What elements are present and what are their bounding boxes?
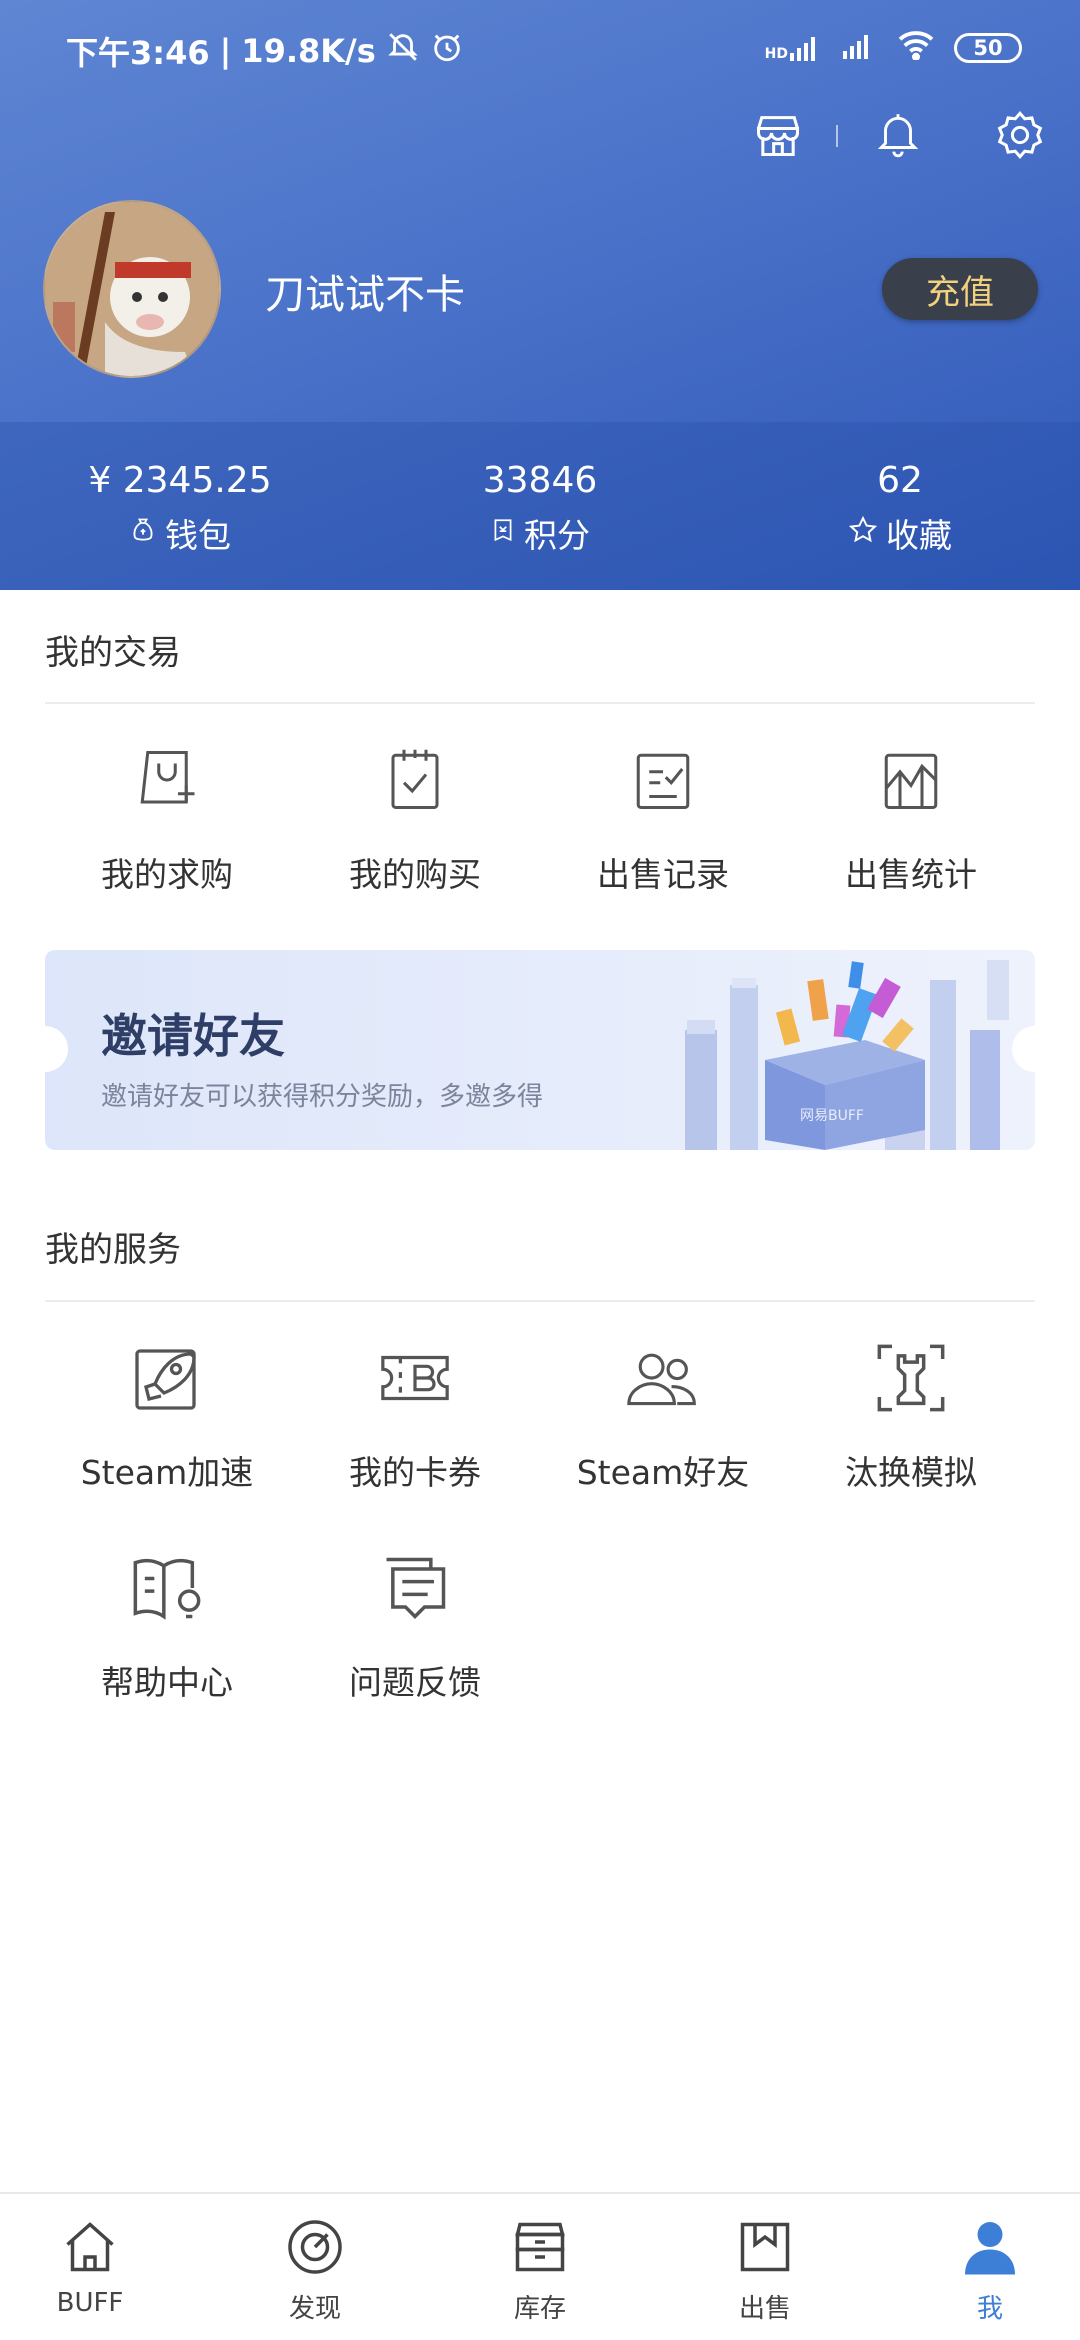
icon-divider xyxy=(836,125,838,147)
store-icon[interactable] xyxy=(748,105,808,165)
recharge-button[interactable]: 充值 xyxy=(882,258,1038,320)
nav-inventory[interactable]: 库存 xyxy=(480,2212,600,2325)
sale-stats-button[interactable]: 出售统计 xyxy=(787,740,1035,896)
chart-icon xyxy=(871,740,951,820)
user-icon xyxy=(955,2212,1025,2282)
services-section-title: 我的服务 xyxy=(45,1230,181,1270)
banner-title: 邀请好友 xyxy=(101,1009,285,1063)
sale-records-label: 出售记录 xyxy=(597,855,729,894)
inventory-icon xyxy=(505,2212,575,2282)
favorites-label: 收藏 xyxy=(886,516,952,555)
sell-icon xyxy=(730,2212,800,2282)
steam-friends-label: Steam好友 xyxy=(576,1453,750,1492)
wallet-value: ¥ 2345.25 xyxy=(88,460,272,501)
my-purchases-label: 我的购买 xyxy=(349,855,481,894)
alarm-icon xyxy=(430,30,464,72)
notification-bell-icon[interactable] xyxy=(868,105,928,165)
tradeup-sim-button[interactable]: 汰换模拟 xyxy=(787,1338,1035,1494)
mute-bell-icon xyxy=(386,30,420,72)
steam-accelerator-button[interactable]: Steam加速 xyxy=(43,1338,291,1494)
hd-signal-icon: HD xyxy=(765,35,820,61)
steam-accelerator-label: Steam加速 xyxy=(80,1453,254,1492)
services-divider xyxy=(45,1300,1035,1302)
feedback-label: 问题反馈 xyxy=(349,1663,481,1702)
wallet-label: 钱包 xyxy=(165,516,231,555)
feedback-icon xyxy=(375,1548,455,1628)
nav-buff-label: BUFF xyxy=(56,2288,124,2318)
help-book-icon xyxy=(127,1548,207,1628)
star-icon xyxy=(848,514,878,553)
tradeup-sim-label: 汰换模拟 xyxy=(845,1453,977,1492)
tradeup-icon xyxy=(871,1338,951,1418)
rocket-icon xyxy=(127,1338,207,1418)
banner-illustration: 网易BUFF xyxy=(685,960,1009,1150)
discover-icon xyxy=(280,2212,350,2282)
steam-friends-button[interactable]: Steam好友 xyxy=(539,1338,787,1494)
nav-discover[interactable]: 发现 xyxy=(255,2212,375,2325)
nav-buff[interactable]: BUFF xyxy=(30,2212,150,2318)
my-purchases-button[interactable]: 我的购买 xyxy=(291,740,539,896)
help-center-button[interactable]: 帮助中心 xyxy=(43,1548,291,1704)
help-center-label: 帮助中心 xyxy=(101,1663,233,1702)
status-time: 下午3:46 xyxy=(66,34,210,72)
record-check-icon xyxy=(623,740,703,820)
ticket-icon xyxy=(375,1338,455,1418)
wifi-icon xyxy=(896,28,936,68)
friends-icon xyxy=(623,1338,703,1418)
nav-discover-label: 发现 xyxy=(288,2294,341,2324)
status-bar: 下午3:46 | 19.8K/s HD 50 xyxy=(0,0,1080,95)
stats-band: ¥ 2345.25 钱包 33846 积分 62 收藏 xyxy=(0,422,1080,590)
bottom-navigation: BUFF 发现 库存 出售 我 xyxy=(0,2192,1080,2340)
trade-divider xyxy=(45,702,1035,704)
bag-plus-icon xyxy=(127,740,207,820)
settings-gear-icon[interactable] xyxy=(990,105,1050,165)
username: 刀试试不卡 xyxy=(265,272,465,318)
nav-me[interactable]: 我 xyxy=(930,2212,1050,2325)
nav-inventory-label: 库存 xyxy=(513,2294,566,2324)
points-label: 积分 xyxy=(524,516,590,555)
points-value: 33846 xyxy=(482,460,598,501)
points-stat[interactable]: 33846 积分 xyxy=(390,460,690,557)
signal-icon xyxy=(838,29,878,67)
my-coupons-button[interactable]: 我的卡券 xyxy=(291,1338,539,1494)
banner-left-notch xyxy=(45,1026,68,1072)
sale-records-button[interactable]: 出售记录 xyxy=(539,740,787,896)
trade-section-title: 我的交易 xyxy=(45,633,181,673)
box-text: 网易BUFF xyxy=(800,1108,864,1124)
home-icon xyxy=(55,2212,125,2282)
favorites-value: 62 xyxy=(877,460,923,501)
my-coupons-label: 我的卡券 xyxy=(349,1453,481,1492)
wallet-stat[interactable]: ¥ 2345.25 钱包 xyxy=(30,460,330,557)
profile-header: 下午3:46 | 19.8K/s HD 50 刀试试不卡 充值 ¥ 2345.2… xyxy=(0,0,1080,590)
points-icon xyxy=(490,514,516,553)
my-bids-button[interactable]: 我的求购 xyxy=(43,740,291,896)
feedback-button[interactable]: 问题反馈 xyxy=(291,1548,539,1704)
invite-friends-banner[interactable]: 邀请好友 邀请好友可以获得积分奖励，多邀多得 网易BUFF xyxy=(45,950,1035,1150)
clipboard-check-icon xyxy=(375,740,455,820)
status-separator: | xyxy=(219,32,232,70)
avatar[interactable] xyxy=(43,200,221,378)
battery-indicator: 50 xyxy=(954,33,1022,63)
sale-stats-label: 出售统计 xyxy=(845,855,977,894)
status-speed: 19.8K/s xyxy=(241,32,376,70)
favorites-stat[interactable]: 62 收藏 xyxy=(750,460,1050,557)
nav-me-label: 我 xyxy=(976,2294,1003,2324)
nav-sell-label: 出售 xyxy=(738,2294,791,2324)
nav-sell[interactable]: 出售 xyxy=(705,2212,825,2325)
my-bids-label: 我的求购 xyxy=(101,855,233,894)
banner-subtitle: 邀请好友可以获得积分奖励，多邀多得 xyxy=(101,1082,544,1112)
wallet-icon xyxy=(129,514,157,553)
